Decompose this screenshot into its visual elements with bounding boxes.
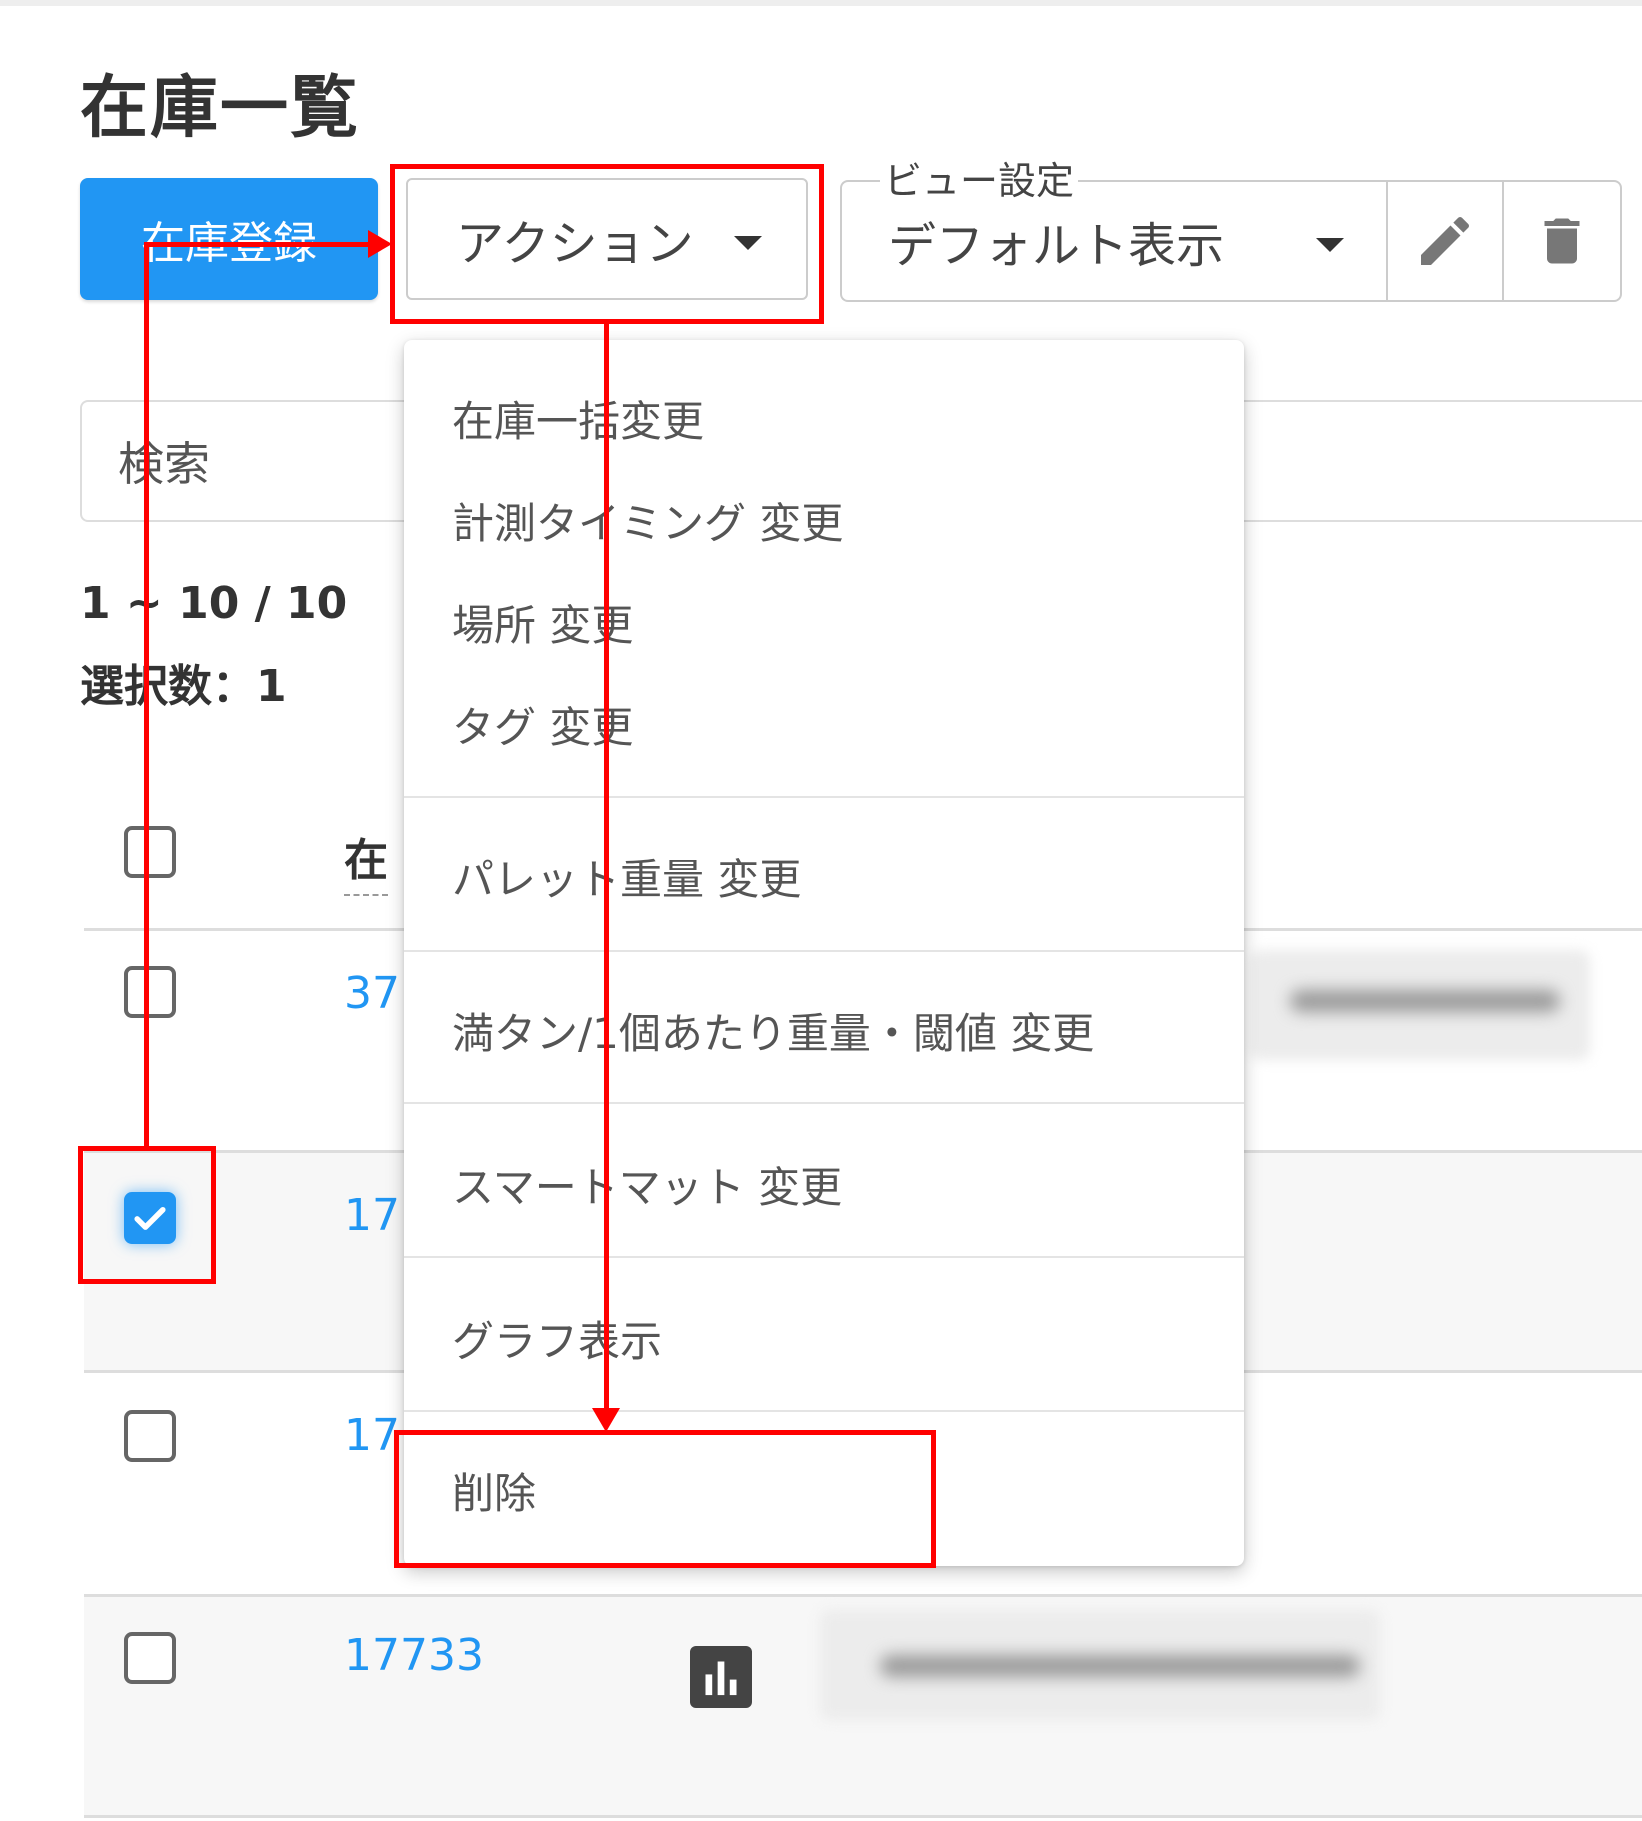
action-menu: 在庫一括変更 計測タイミング 変更 場所 変更 タグ 変更 パレット重量 変更 … xyxy=(404,340,1244,1566)
menu-item-graph[interactable]: グラフ表示 xyxy=(452,1308,662,1369)
select-all-checkbox[interactable] xyxy=(124,826,176,878)
row-id-link[interactable]: 37 xyxy=(344,968,400,1019)
view-setting-label: ビュー設定 xyxy=(880,150,1079,205)
highlight-action-button xyxy=(390,164,824,324)
view-selected-value: デフォルト表示 xyxy=(888,218,1225,274)
menu-divider xyxy=(404,1256,1244,1258)
delete-view-button[interactable] xyxy=(1504,180,1622,302)
trash-icon xyxy=(1544,218,1580,264)
annotation-line xyxy=(144,242,370,247)
page-title: 在庫一覧 xyxy=(80,69,361,148)
column-header: 在 xyxy=(344,824,388,896)
menu-divider xyxy=(404,1102,1244,1104)
menu-item-measure-timing[interactable]: 計測タイミング 変更 xyxy=(452,490,843,551)
menu-divider xyxy=(404,796,1244,798)
bar-chart-glyph xyxy=(705,1661,737,1696)
annotation-line xyxy=(144,244,149,1148)
caret-down-icon xyxy=(1316,238,1344,252)
row-id-link[interactable]: 17733 xyxy=(344,1630,484,1681)
row-id-link[interactable]: 17 xyxy=(344,1190,400,1241)
blurred-text xyxy=(880,1655,1360,1677)
menu-divider xyxy=(404,1410,1244,1412)
row-checkbox[interactable] xyxy=(124,966,176,1018)
bar-chart-icon[interactable] xyxy=(690,1646,752,1708)
menu-item-weight-threshold[interactable]: 満タン/1個あたり重量・閾値 変更 xyxy=(452,1000,1094,1061)
highlight-delete-item xyxy=(394,1430,936,1568)
menu-item-pallet-weight[interactable]: パレット重量 変更 xyxy=(452,846,801,907)
menu-divider xyxy=(404,950,1244,952)
table-divider xyxy=(84,1815,1642,1818)
row-checkbox[interactable] xyxy=(124,1632,176,1684)
row-checkbox[interactable] xyxy=(124,1410,176,1462)
edit-view-button[interactable] xyxy=(1386,180,1504,302)
highlight-checkbox xyxy=(78,1146,216,1284)
selected-count: 選択数：1 xyxy=(80,661,287,712)
register-stock-button[interactable]: 在庫登録 xyxy=(80,178,378,300)
annotation-arrow-down xyxy=(592,1408,620,1432)
pencil-icon xyxy=(1421,216,1470,265)
annotation-line xyxy=(604,324,609,1412)
menu-item-bulk-edit[interactable]: 在庫一括変更 xyxy=(452,388,704,449)
row-id-link[interactable]: 17 xyxy=(344,1410,400,1461)
top-bar xyxy=(0,0,1642,6)
blurred-text xyxy=(1290,990,1560,1012)
result-count: 1 ~ 10 / 10 xyxy=(80,578,348,629)
menu-item-smart-mat[interactable]: スマートマット 変更 xyxy=(452,1154,842,1215)
annotation-arrow-right xyxy=(368,230,392,258)
search-placeholder: 検索 xyxy=(118,437,210,491)
